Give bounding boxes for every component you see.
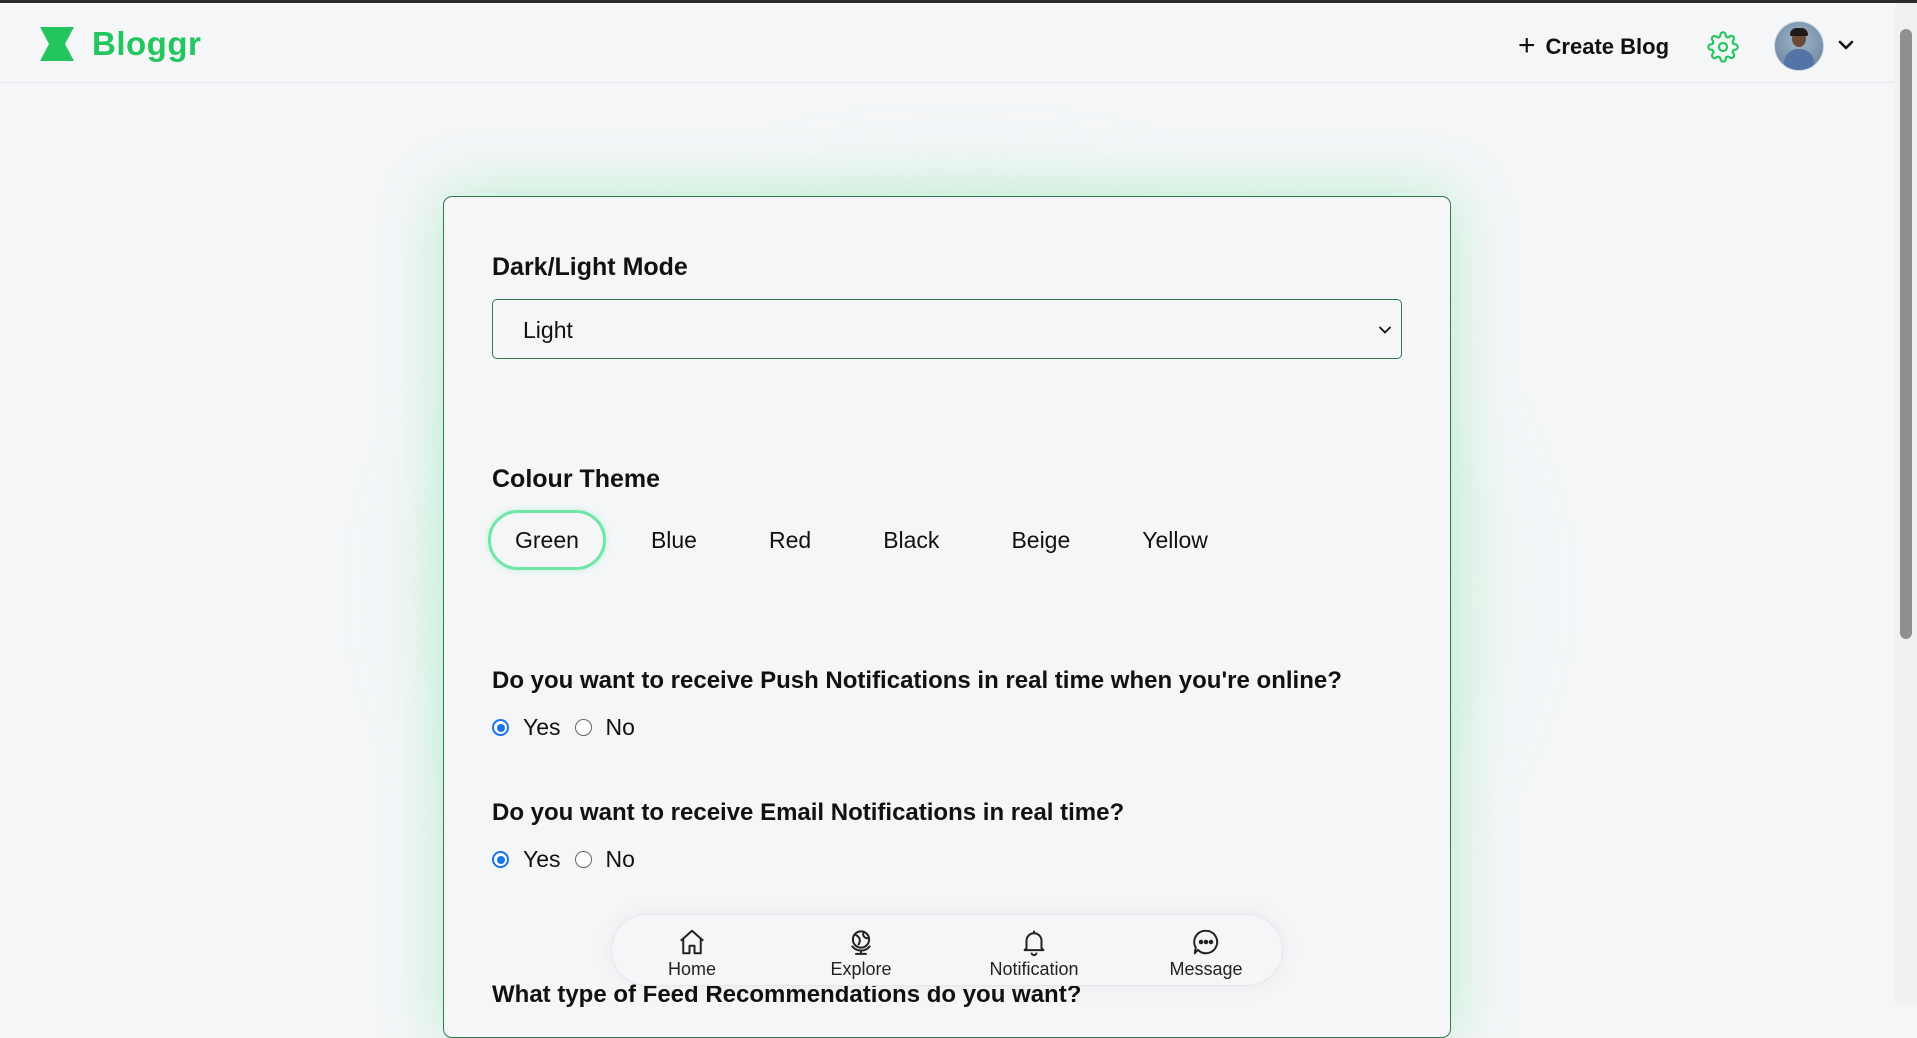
brand-name: Bloggr: [92, 25, 202, 62]
nav-item-explore[interactable]: Explore: [796, 927, 926, 980]
avatar[interactable]: [1774, 21, 1824, 71]
push-radio-group: Yes No: [492, 714, 649, 741]
email-no-label: No: [605, 846, 635, 872]
nav-label-notification: Notification: [989, 959, 1079, 979]
bottom-navigation: Home Explore Notification Message: [611, 914, 1283, 986]
push-no-label: No: [605, 714, 635, 740]
create-blog-label: Create Blog: [1545, 34, 1670, 59]
nav-label-home: Home: [667, 959, 716, 979]
nav-item-home[interactable]: Home: [627, 927, 757, 980]
theme-option-black[interactable]: Black: [856, 510, 966, 570]
email-yes-label: Yes: [523, 846, 561, 872]
push-yes-radio[interactable]: [492, 719, 509, 736]
settings-card: Dark/Light Mode Light Colour Theme Green…: [443, 196, 1451, 1038]
push-yes-label: Yes: [523, 714, 561, 740]
gear-icon[interactable]: [1707, 31, 1739, 63]
bell-icon: [1023, 930, 1045, 957]
nav-label-message: Message: [1169, 959, 1243, 979]
plus-icon: +: [1518, 28, 1536, 62]
email-no-radio[interactable]: [574, 851, 592, 868]
colour-theme-options: Green Blue Red Black Beige Yellow: [488, 507, 1253, 573]
chevron-down-icon[interactable]: [1836, 35, 1856, 55]
email-radio-group: Yes No: [492, 846, 649, 873]
create-blog-button[interactable]: + Create Blog: [1518, 29, 1669, 65]
avatar-body: [1784, 49, 1814, 70]
logo-icon: [40, 27, 74, 61]
push-question: Do you want to receive Push Notification…: [492, 667, 1342, 694]
message-icon: [1193, 929, 1219, 955]
colour-theme-label: Colour Theme: [492, 465, 661, 493]
vertical-scrollbar[interactable]: [1895, 3, 1917, 1004]
theme-option-yellow[interactable]: Yellow: [1115, 510, 1235, 570]
theme-option-green[interactable]: Green: [488, 510, 606, 570]
scrollbar-thumb[interactable]: [1900, 29, 1912, 639]
mode-label: Dark/Light Mode: [492, 253, 688, 281]
avatar-hair: [1790, 28, 1808, 36]
mode-select[interactable]: Light: [492, 299, 1402, 359]
mode-select-value: Light: [523, 317, 573, 343]
home-icon: [680, 929, 704, 955]
nav-item-message[interactable]: Message: [1141, 927, 1271, 980]
nav-item-notification[interactable]: Notification: [969, 927, 1099, 980]
push-no-radio[interactable]: [574, 719, 592, 736]
top-header: Bloggr + Create Blog: [0, 3, 1895, 83]
theme-option-blue[interactable]: Blue: [624, 510, 724, 570]
brand-logo[interactable]: Bloggr: [38, 25, 201, 63]
theme-option-beige[interactable]: Beige: [984, 510, 1097, 570]
globe-icon: [851, 930, 871, 955]
chevron-down-icon: [1379, 326, 1391, 334]
email-question: Do you want to receive Email Notificatio…: [492, 799, 1125, 826]
nav-label-explore: Explore: [830, 959, 892, 979]
email-yes-radio[interactable]: [492, 851, 509, 868]
theme-option-red[interactable]: Red: [742, 510, 838, 570]
